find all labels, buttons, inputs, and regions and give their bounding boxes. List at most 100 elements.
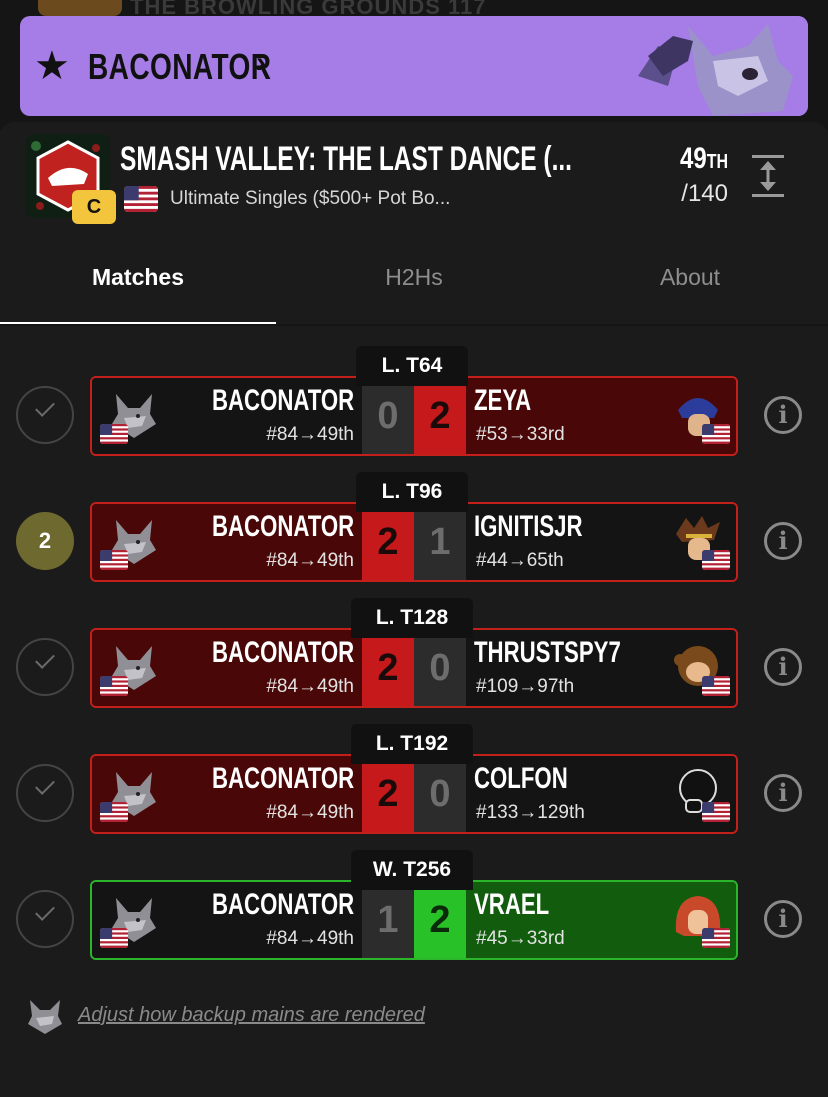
- opponent-name: VRAEL: [474, 888, 550, 921]
- tab-about[interactable]: About: [552, 246, 828, 326]
- event-name: Ultimate Singles ($500+ Pot Bo...: [170, 188, 451, 209]
- player-name: BACONATOR: [211, 510, 354, 543]
- previous-tournament-logo: [38, 0, 122, 16]
- player-seed: #84→49th: [266, 802, 354, 823]
- round-label: L. T96: [356, 472, 468, 512]
- opponent-side: VRAEL #45→33rd: [466, 882, 736, 958]
- us-flag-icon: [702, 928, 730, 948]
- player-seed: #84→49th: [266, 424, 354, 445]
- info-icon[interactable]: i: [764, 900, 802, 938]
- us-flag-icon: [702, 424, 730, 444]
- tab-matches[interactable]: Matches: [0, 246, 276, 326]
- tab-divider: [0, 324, 828, 326]
- opponent-side: COLFON #133→129th: [466, 756, 736, 832]
- match-card[interactable]: BACONATOR #84→49th IGNITISJR #44→65th 2 1: [90, 502, 738, 582]
- opponent-score: 2: [414, 378, 466, 454]
- player-side: BACONATOR #84→49th: [92, 378, 364, 454]
- tournament-title[interactable]: SMASH VALLEY: THE LAST DANCE (...: [120, 140, 572, 179]
- player-score: 2: [362, 756, 414, 832]
- round-label: L. T64: [356, 346, 468, 386]
- match-count-badge[interactable]: 2: [16, 512, 74, 570]
- chevron-right-icon: ›: [256, 46, 266, 79]
- player-score: 0: [362, 378, 414, 454]
- opponent-seed: #53→33rd: [476, 424, 565, 445]
- placement-value: 49: [679, 142, 707, 175]
- opponent-side: THRUSTSPY7 #109→97th: [466, 630, 736, 706]
- player-name: BACONATOR: [211, 636, 354, 669]
- player-name: BACONATOR: [211, 384, 354, 417]
- us-flag-icon: [100, 802, 128, 822]
- opponent-name: IGNITISJR: [474, 510, 583, 543]
- match-card[interactable]: BACONATOR #84→49th THRUSTSPY7 #109→97th 2 0: [90, 628, 738, 708]
- wolf-character-icon: [28, 1000, 62, 1034]
- info-icon[interactable]: i: [764, 774, 802, 812]
- player-score: 2: [362, 630, 414, 706]
- expand-vertical-icon[interactable]: [750, 154, 786, 198]
- match-reported-check[interactable]: [16, 764, 74, 822]
- player-seed: #84→49th: [266, 550, 354, 571]
- player-side: BACONATOR #84→49th: [92, 504, 364, 580]
- player-score: 1: [362, 882, 414, 958]
- entrant-count: /140: [681, 180, 728, 207]
- player-side: BACONATOR #84→49th: [92, 630, 364, 706]
- character-art: [618, 16, 808, 116]
- round-label: L. T192: [351, 724, 473, 764]
- opponent-side: IGNITISJR #44→65th: [466, 504, 736, 580]
- player-seed: #84→49th: [266, 928, 354, 949]
- player-score: 2: [362, 504, 414, 580]
- tab-h2hs[interactable]: H2Hs: [276, 246, 552, 326]
- opponent-name: COLFON: [474, 762, 568, 795]
- tab-bar: Matches H2Hs About: [0, 246, 828, 326]
- opponent-seed: #133→129th: [476, 802, 585, 823]
- player-name: BACONATOR: [211, 888, 354, 921]
- us-flag-icon: [100, 424, 128, 444]
- backup-mains-link[interactable]: Adjust how backup mains are rendered: [78, 1004, 425, 1027]
- match-reported-check[interactable]: [16, 890, 74, 948]
- round-label: W. T256: [351, 850, 473, 890]
- opponent-seed: #45→33rd: [476, 928, 565, 949]
- checkmark-icon: [35, 901, 55, 921]
- checkmark-icon: [35, 397, 55, 417]
- match-reported-check[interactable]: [16, 386, 74, 444]
- opponent-name: THRUSTSPY7: [474, 636, 621, 669]
- us-flag-icon: [100, 676, 128, 696]
- player-side: BACONATOR #84→49th: [92, 882, 364, 958]
- match-row[interactable]: BACONATOR #84→49th ZEYA #53→33rd 0 2 L. T64 i: [0, 344, 828, 456]
- opponent-score: 0: [414, 756, 466, 832]
- info-icon[interactable]: i: [764, 396, 802, 434]
- placement-suffix: TH: [706, 151, 728, 173]
- match-card[interactable]: BACONATOR #84→49th ZEYA #53→33rd 0 2: [90, 376, 738, 456]
- match-card[interactable]: BACONATOR #84→49th VRAEL #45→33rd 1 2: [90, 880, 738, 960]
- opponent-side: ZEYA #53→33rd: [466, 378, 736, 454]
- match-row[interactable]: BACONATOR #84→49th COLFON #133→129th 2 0 L. T1…: [0, 722, 828, 834]
- opponent-score: 2: [414, 882, 466, 958]
- us-flag-icon: [124, 186, 158, 212]
- tier-badge: C: [72, 190, 116, 224]
- player-seed: #84→49th: [266, 676, 354, 697]
- us-flag-icon: [702, 676, 730, 696]
- match-card[interactable]: BACONATOR #84→49th COLFON #133→129th 2 0: [90, 754, 738, 834]
- player-name: BACONATOR: [211, 762, 354, 795]
- opponent-seed: #109→97th: [476, 676, 575, 697]
- checkmark-icon: [35, 649, 55, 669]
- us-flag-icon: [100, 928, 128, 948]
- round-label: L. T128: [351, 598, 473, 638]
- star-icon: ★: [34, 44, 70, 88]
- us-flag-icon: [702, 550, 730, 570]
- player-name: BACONATOR: [88, 46, 272, 87]
- match-reported-check[interactable]: [16, 638, 74, 696]
- player-banner[interactable]: ★ BACONATOR ›: [20, 16, 808, 116]
- info-icon[interactable]: i: [764, 648, 802, 686]
- match-row[interactable]: BACONATOR #84→49th THRUSTSPY7 #109→97th 2 0 L.…: [0, 596, 828, 708]
- us-flag-icon: [100, 550, 128, 570]
- opponent-score: 1: [414, 504, 466, 580]
- info-icon[interactable]: i: [764, 522, 802, 560]
- match-row[interactable]: 2 BACONATOR #84→49th IGNITISJR #44→65th 2 1 L. …: [0, 470, 828, 582]
- placement: 49TH /140: [668, 142, 728, 208]
- match-row[interactable]: BACONATOR #84→49th VRAEL #45→33rd 1 2 W. T256 i: [0, 848, 828, 960]
- opponent-name: ZEYA: [474, 384, 532, 417]
- player-side: BACONATOR #84→49th: [92, 756, 364, 832]
- checkmark-icon: [35, 775, 55, 795]
- us-flag-icon: [702, 802, 730, 822]
- opponent-score: 0: [414, 630, 466, 706]
